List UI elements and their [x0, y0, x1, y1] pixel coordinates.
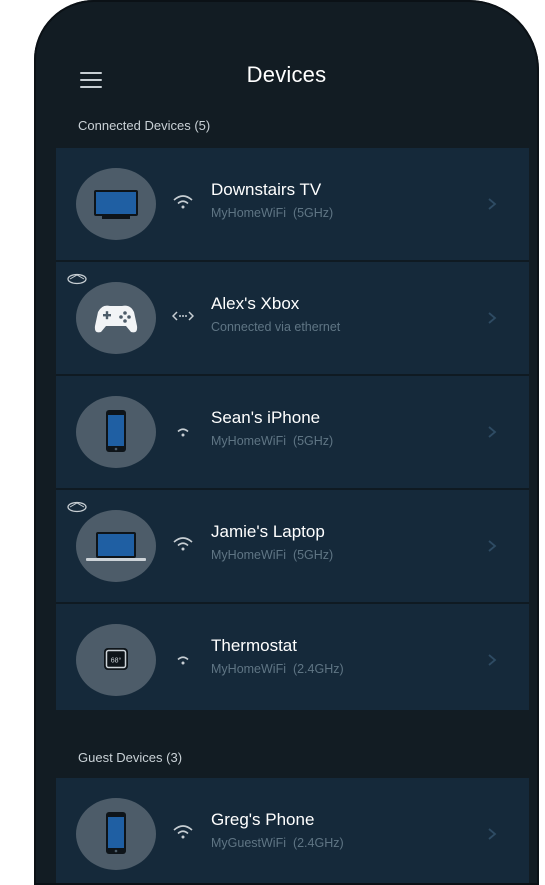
wifi-icon [173, 825, 193, 839]
device-row-seans-iphone[interactable]: Sean's iPhone MyHomeWiFi (5GHz) [56, 376, 529, 488]
chevron-right-icon [488, 654, 497, 666]
device-name: Jamie's Laptop [211, 522, 325, 541]
chevron-right-icon [488, 312, 497, 324]
page-title: Devices [246, 62, 327, 87]
device-network: MyHomeWiFi (5GHz) [211, 434, 334, 448]
thermostat-icon: 68° [76, 624, 156, 696]
wifi-icon [177, 428, 189, 437]
wifi-icon [173, 195, 193, 209]
device-network: MyHomeWiFi (2.4GHz) [211, 662, 344, 676]
device-name: Thermostat [211, 636, 297, 655]
gamepad-icon [76, 282, 156, 354]
device-row-gregs-phone[interactable]: Greg's Phone MyGuestWiFi (2.4GHz) [56, 778, 529, 885]
connected-devices-label: Connected Devices (5) [78, 118, 211, 133]
device-row-jamies-laptop[interactable]: Jamie's Laptop MyHomeWiFi (5GHz) [56, 490, 529, 602]
app-screen: Devices Connected Devices (5) Downstairs… [34, 0, 539, 885]
phone-icon [76, 798, 156, 870]
guest-devices-label: Guest Devices (3) [78, 750, 183, 765]
chevron-right-icon [488, 540, 497, 552]
device-network: MyGuestWiFi (2.4GHz) [211, 836, 344, 850]
wifi-icon [177, 656, 189, 665]
ethernet-icon [172, 311, 194, 321]
device-name: Sean's iPhone [211, 408, 321, 427]
connected-devices-list: Downstairs TV MyHomeWiFi (5GHz) Alex's X… [56, 148, 529, 710]
device-network: Connected via ethernet [211, 320, 341, 334]
top-bar: Devices [34, 52, 539, 100]
device-network: MyHomeWiFi (5GHz) [211, 548, 334, 562]
phone-icon [76, 396, 156, 468]
laptop-icon [76, 510, 156, 582]
device-row-downstairs-tv[interactable]: Downstairs TV MyHomeWiFi (5GHz) [56, 148, 529, 260]
chevron-right-icon [488, 198, 497, 210]
wifi-icon [173, 537, 193, 551]
device-name: Greg's Phone [211, 810, 315, 829]
chevron-right-icon [488, 426, 497, 438]
device-network: MyHomeWiFi (5GHz) [211, 206, 334, 220]
device-row-thermostat[interactable]: 68° Thermostat MyHomeWiFi (2.4GHz) [56, 604, 529, 710]
device-name: Downstairs TV [211, 180, 322, 199]
guest-devices-list: Greg's Phone MyGuestWiFi (2.4GHz) [56, 778, 529, 885]
device-row-alexs-xbox[interactable]: Alex's Xbox Connected via ethernet [56, 262, 529, 374]
device-name: Alex's Xbox [211, 294, 300, 313]
tv-icon [76, 168, 156, 240]
thermostat-reading: 68° [111, 657, 122, 665]
chevron-right-icon [488, 828, 497, 840]
